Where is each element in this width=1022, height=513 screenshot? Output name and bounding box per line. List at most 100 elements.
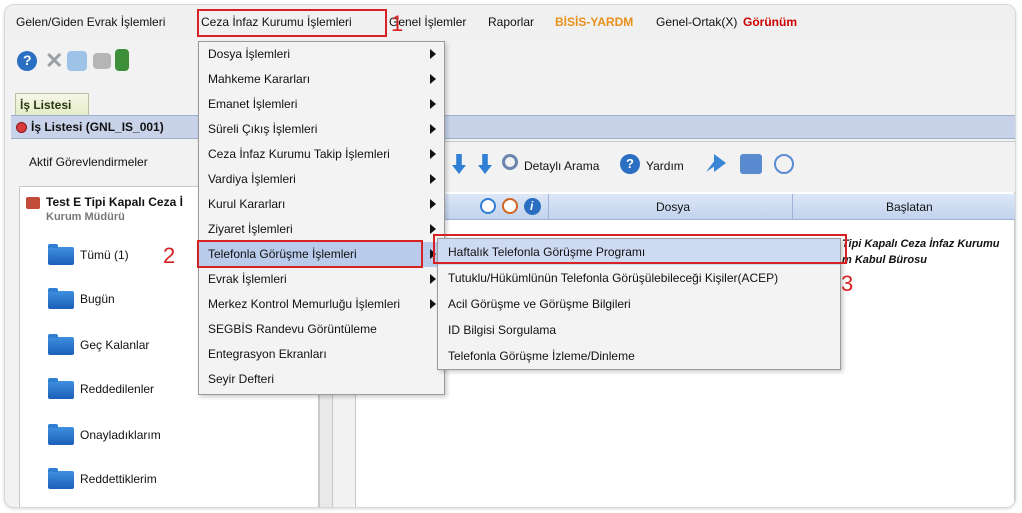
- submenu-item-label: Acil Görüşme ve Görüşme Bilgileri: [448, 297, 631, 311]
- redo-icon[interactable]: [706, 154, 726, 172]
- tab-is-listesi[interactable]: İş Listesi: [15, 93, 89, 115]
- menu-item-label: Kurul Kararları: [208, 197, 286, 211]
- aktif-gorevlendirmeler-label: Aktif Görevlendirmeler: [29, 155, 148, 169]
- menu-item-label: Mahkeme Kararları: [208, 72, 311, 86]
- window-status-icon: [16, 122, 27, 133]
- menu-item-label: Ziyaret İşlemleri: [208, 222, 293, 236]
- submenu-item-label: ID Bilgisi Sorgulama: [448, 323, 557, 337]
- folder-label: Tümü (1): [80, 248, 129, 262]
- folder-icon: [48, 378, 74, 399]
- window-title-bar: İş Listesi (GNL_IS_001): [11, 115, 1015, 139]
- arrow-down-icon[interactable]: [452, 154, 466, 174]
- folder-label: Onayladıklarım: [80, 428, 161, 442]
- work-list-toolbar: Detaylı Arama ? Yardım: [356, 142, 1015, 192]
- folder-label: Bugün: [80, 292, 115, 306]
- disabled-tool-icon: [93, 53, 111, 69]
- menu-item-label: Süreli Çıkış İşlemleri: [208, 122, 318, 136]
- tree-header: Test E Tipi Kapalı Ceza İ Kurum Müdürü: [26, 195, 183, 223]
- network-icon[interactable]: [67, 51, 87, 71]
- print-icon[interactable]: [740, 154, 762, 174]
- menu-item-label: Entegrasyon Ekranları: [208, 347, 327, 361]
- menu-bar: Gelen/Giden Evrak İşlemleri Ceza İnfaz K…: [5, 5, 1015, 39]
- window-title: İş Listesi (GNL_IS_001): [31, 120, 164, 134]
- detayli-arama-button[interactable]: Detaylı Arama: [524, 159, 599, 173]
- menu-item-label: Merkez Kontrol Memurluğu İşlemleri: [208, 297, 401, 311]
- folder-icon: [48, 424, 74, 445]
- folder-label: Reddettiklerim: [80, 472, 157, 486]
- step-number-3: 3: [841, 271, 854, 296]
- help-icon[interactable]: ?: [17, 51, 37, 71]
- upload-icon[interactable]: [774, 154, 794, 174]
- submenu-item-izleme-dinleme[interactable]: Telefonla Görüşme İzleme/Dinleme: [438, 343, 840, 369]
- menu-gorunum[interactable]: Görünüm: [743, 15, 797, 29]
- folder-icon: [48, 244, 74, 265]
- submenu-item-id-sorgulama[interactable]: ID Bilgisi Sorgulama: [438, 317, 840, 343]
- row-text-line2: m Kabul Bürosu: [842, 254, 927, 266]
- submenu-arrow-icon: [430, 74, 436, 84]
- info-icon[interactable]: i: [524, 198, 541, 215]
- menu-item-entegrasyon[interactable]: Entegrasyon Ekranları: [199, 342, 444, 367]
- step-number-1: 1: [391, 11, 404, 36]
- menu-item-ziyaret-islemleri[interactable]: Ziyaret İşlemleri: [199, 217, 444, 242]
- search-icon[interactable]: [502, 154, 518, 170]
- submenu-item-label: Tutuklu/Hükümlünün Telefonla Görüşülebil…: [448, 271, 779, 285]
- help-icon[interactable]: ?: [620, 154, 640, 174]
- delete-icon[interactable]: ✕: [43, 48, 63, 73]
- column-separator: [548, 194, 549, 220]
- menu-item-label: SEGBİS Randevu Görüntüleme: [208, 322, 377, 336]
- column-header-baslatan[interactable]: Başlatan: [886, 200, 933, 214]
- column-header-dosya[interactable]: Dosya: [656, 200, 690, 214]
- yardim-button[interactable]: Yardım: [646, 159, 684, 173]
- menu-item-label: Seyir Defteri: [208, 372, 275, 386]
- menu-item-takip-islemleri[interactable]: Ceza İnfaz Kurumu Takip İşlemleri: [199, 142, 444, 167]
- menu-item-kurul-kararlari[interactable]: Kurul Kararları: [199, 192, 444, 217]
- submenu-arrow-icon: [430, 224, 436, 234]
- ceza-infaz-dropdown-menu: Dosya İşlemleri Mahkeme Kararları Emanet…: [198, 41, 445, 395]
- arrow-down-icon[interactable]: [478, 154, 492, 174]
- menu-item-merkez-kontrol[interactable]: Merkez Kontrol Memurluğu İşlemleri: [199, 292, 444, 317]
- folder-label: Geç Kalanlar: [80, 338, 150, 352]
- menu-gelen-giden[interactable]: Gelen/Giden Evrak İşlemleri: [16, 15, 165, 29]
- folder-icon: [48, 468, 74, 489]
- menu-item-label: Ceza İnfaz Kurumu Takip İşlemleri: [208, 147, 390, 161]
- highlight-step-2: [197, 240, 423, 268]
- row-text-line1: Tipi Kapalı Ceza İnfaz Kurumu: [842, 238, 1000, 250]
- menu-item-seyir-defteri[interactable]: Seyir Defteri: [199, 367, 444, 392]
- submenu-item-acep[interactable]: Tutuklu/Hükümlünün Telefonla Görüşülebil…: [438, 265, 840, 291]
- menu-item-mahkeme-kararlari[interactable]: Mahkeme Kararları: [199, 67, 444, 92]
- table-header: i Dosya Başlatan: [356, 194, 1015, 220]
- column-separator: [792, 194, 793, 220]
- submenu-arrow-icon: [430, 49, 436, 59]
- application-window: Gelen/Giden Evrak İşlemleri Ceza İnfaz K…: [4, 4, 1016, 508]
- menu-item-label: Evrak İşlemleri: [208, 272, 287, 286]
- menu-item-label: Vardiya İşlemleri: [208, 172, 296, 186]
- menu-raporlar[interactable]: Raporlar: [488, 15, 534, 29]
- tree-subtitle: Kurum Müdürü: [46, 211, 125, 223]
- submenu-arrow-icon: [430, 174, 436, 184]
- submenu-arrow-icon: [430, 199, 436, 209]
- submenu-item-label: Telefonla Görüşme İzleme/Dinleme: [448, 349, 635, 363]
- clock-icon[interactable]: [480, 198, 496, 214]
- menu-item-label: Dosya İşlemleri: [208, 47, 291, 61]
- submenu-arrow-icon: [430, 99, 436, 109]
- timer-icon[interactable]: [502, 198, 518, 214]
- highlight-step-1: [197, 9, 387, 37]
- folder-label: Reddedilenler: [80, 382, 155, 396]
- menu-genel-ortak[interactable]: Genel-Ortak(X): [656, 15, 737, 29]
- menu-bisis-yardm[interactable]: BİSİS-YARDM: [555, 15, 633, 29]
- submenu-item-acil-gorusme[interactable]: Acil Görüşme ve Görüşme Bilgileri: [438, 291, 840, 317]
- menu-item-evrak-islemleri[interactable]: Evrak İşlemleri: [199, 267, 444, 292]
- menu-item-dosya-islemleri[interactable]: Dosya İşlemleri: [199, 42, 444, 67]
- submenu-arrow-icon: [430, 124, 436, 134]
- step-number-2: 2: [163, 243, 176, 268]
- menu-item-segbis-randevu[interactable]: SEGBİS Randevu Görüntüleme: [199, 317, 444, 342]
- submenu-arrow-icon: [430, 299, 436, 309]
- tree-title: Test E Tipi Kapalı Ceza İ: [46, 195, 183, 209]
- folder-icon: [48, 288, 74, 309]
- menu-item-vardiya-islemleri[interactable]: Vardiya İşlemleri: [199, 167, 444, 192]
- submenu-arrow-icon: [430, 274, 436, 284]
- menu-item-sureli-cikis[interactable]: Süreli Çıkış İşlemleri: [199, 117, 444, 142]
- book-icon[interactable]: [115, 49, 129, 71]
- menu-item-emanet-islemleri[interactable]: Emanet İşlemleri: [199, 92, 444, 117]
- submenu-arrow-icon: [430, 149, 436, 159]
